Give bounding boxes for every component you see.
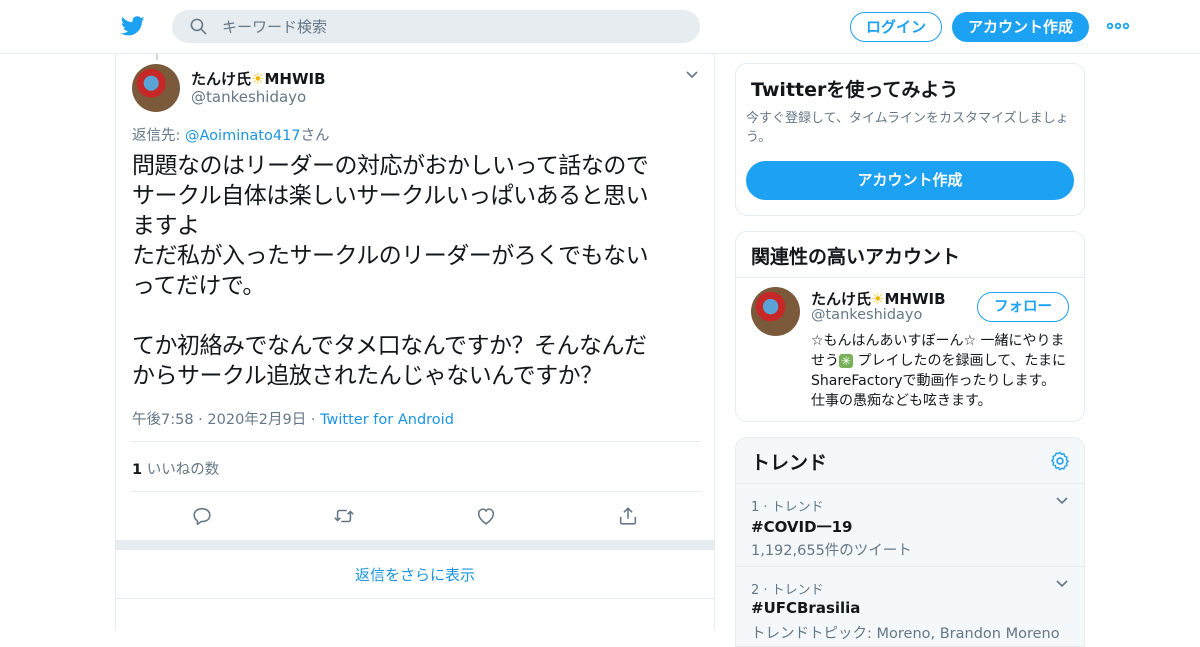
related-name-suffix: MHWIB	[884, 290, 946, 308]
retweet-icon[interactable]	[333, 505, 355, 527]
trend-name: #COVID一19	[751, 518, 853, 536]
chevron-down-icon[interactable]	[683, 68, 701, 82]
reply-to-line: 返信先: @Aoiminato417さん	[132, 124, 330, 145]
sun-emoji-icon: ☀	[251, 70, 265, 88]
search-icon	[190, 18, 207, 35]
tweet-timestamp[interactable]: 午後7:58 · 2020年2月9日	[132, 412, 306, 428]
twitter-bird-logo-icon[interactable]	[120, 14, 146, 38]
reply-icon[interactable]	[191, 505, 213, 527]
likes-label: いいねの数	[146, 462, 220, 478]
likes-count: 1	[132, 462, 143, 478]
trend-item[interactable]: 1 · トレンド #COVID一19 1,192,655件のツイート	[736, 484, 1084, 567]
related-accounts-title: 関連性の高いアカウント	[751, 246, 961, 268]
chevron-down-icon[interactable]	[1055, 579, 1069, 589]
reply-to-link[interactable]: @Aoiminato417	[185, 128, 301, 144]
divider	[130, 441, 700, 442]
tweet-body-text: 問題なのはリーダーの対応がおかしいって話なので サークル自体は楽しいサークルいっ…	[132, 153, 649, 389]
likes-stat[interactable]: 1 いいねの数	[132, 458, 219, 479]
trend-rank: 2 · トレンド	[751, 583, 824, 598]
share-icon[interactable]	[617, 505, 639, 527]
like-heart-icon[interactable]	[475, 505, 497, 527]
related-user-name[interactable]: たんけ氏☀MHWIB	[811, 288, 946, 309]
divider	[736, 277, 1084, 278]
follow-button[interactable]: フォロー	[977, 292, 1069, 322]
related-name-text: たんけ氏	[811, 290, 872, 308]
related-accounts-card: 関連性の高いアカウント たんけ氏☀MHWIB @tankeshidayo フォロ…	[735, 231, 1085, 422]
reply-prefix: 返信先:	[132, 128, 181, 144]
trend-item[interactable]: 2 · トレンド #UFCBrasilia トレンドトピック: Moreno, …	[736, 567, 1084, 646]
trend-name: #UFCBrasilia	[751, 599, 861, 617]
top-navigation-bar: ログイン アカウント作成	[0, 0, 1200, 54]
signup-card-title: Twitterを使ってみよう	[751, 79, 959, 101]
user-avatar[interactable]	[132, 64, 180, 112]
related-user-handle[interactable]: @tankeshidayo	[811, 307, 922, 323]
trend-rank: 1 · トレンド	[751, 500, 824, 515]
thread-connector-line	[156, 54, 158, 60]
trends-card: トレンド 1 · トレンド #COVID一19 1,192,655件のツイート …	[735, 437, 1085, 647]
divider	[130, 491, 700, 492]
more-options-icon[interactable]	[1106, 18, 1130, 34]
signup-button[interactable]: アカウント作成	[952, 12, 1089, 42]
search-box[interactable]	[172, 10, 700, 43]
sparkle-emoji-icon: ✳	[839, 354, 854, 368]
gear-icon[interactable]	[1049, 450, 1071, 472]
signup-card-text: 今すぐ登録して、タイムラインをカスタマイズしましょう。	[746, 111, 1069, 145]
tweet-metadata: 午後7:58 · 2020年2月9日 · Twitter for Android	[132, 408, 454, 429]
section-separator	[116, 540, 714, 550]
meta-separator: ·	[310, 412, 316, 428]
related-user-avatar[interactable]	[751, 287, 800, 336]
trend-topic: トレンドトピック: Moreno, Brandon Moreno	[751, 626, 1060, 642]
sun-emoji-icon: ☀	[871, 290, 885, 308]
reply-suffix: さん	[300, 128, 330, 144]
login-button[interactable]: ログイン	[850, 12, 942, 42]
user-handle[interactable]: @tankeshidayo	[191, 88, 306, 106]
trend-tweet-count: 1,192,655件のツイート	[751, 543, 912, 559]
trends-title: トレンド	[751, 452, 828, 474]
search-input[interactable]	[222, 10, 682, 43]
tweet-detail-column: たんけ氏☀MHWIB @tankeshidayo 返信先: @Aoiminato…	[115, 54, 715, 630]
display-name-suffix: MHWIB	[264, 70, 326, 88]
tweet-source-link[interactable]: Twitter for Android	[320, 412, 454, 428]
chevron-down-icon[interactable]	[1055, 496, 1069, 506]
display-name-text: たんけ氏	[191, 70, 252, 88]
signup-prompt-card: Twitterを使ってみよう 今すぐ登録して、タイムラインをカスタマイズしましょ…	[735, 63, 1085, 216]
show-more-replies-link[interactable]: 返信をさらに表示	[116, 551, 714, 599]
sidebar-signup-button[interactable]: アカウント作成	[746, 161, 1074, 200]
related-user-bio: ☆もんはんあいすぼーん☆ 一緒にやりませう ✳ プレイしたのを録画して、たまにSh…	[811, 331, 1073, 411]
user-display-name[interactable]: たんけ氏☀MHWIB	[191, 68, 326, 89]
